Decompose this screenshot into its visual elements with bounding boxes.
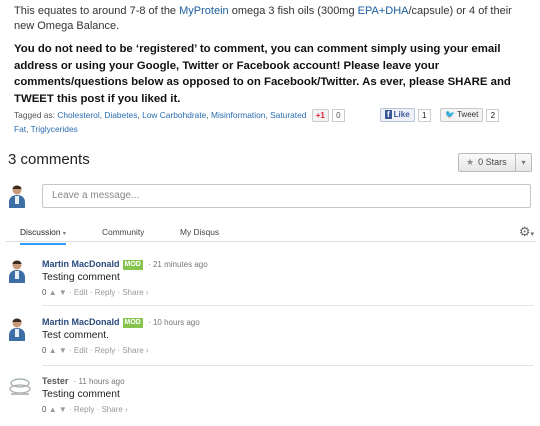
user-avatar-icon bbox=[8, 184, 26, 208]
stars-button[interactable]: ★ 0 Stars ▾ bbox=[458, 153, 532, 172]
vote-down-icon[interactable]: ▼ bbox=[59, 346, 67, 355]
tag-link[interactable]: Triglycerides bbox=[31, 124, 78, 134]
user-avatar-icon[interactable] bbox=[8, 259, 26, 283]
tag-link[interactable]: Misinformation bbox=[211, 110, 265, 120]
comment-author-line: Tester · 11 hours ago bbox=[42, 376, 125, 386]
comment-text: Testing comment bbox=[42, 389, 120, 400]
comment-item: Martin MacDonald MOD · 10 hours ago Test … bbox=[6, 317, 534, 357]
reply-link[interactable]: Reply bbox=[95, 288, 115, 297]
comment-author-line: Martin MacDonald MOD · 10 hours ago bbox=[42, 317, 200, 328]
comment-text: Test comment. bbox=[42, 330, 109, 341]
share-link[interactable]: Share › bbox=[122, 346, 148, 355]
vote-down-icon[interactable]: ▼ bbox=[59, 288, 67, 297]
mod-badge: MOD bbox=[122, 260, 143, 270]
facebook-like-button[interactable]: f Like bbox=[380, 108, 415, 122]
tab-my-disqus[interactable]: My Disqus bbox=[180, 227, 219, 237]
default-avatar-icon[interactable] bbox=[8, 376, 32, 398]
tab-discussion[interactable]: Discussion ▾ bbox=[20, 227, 66, 245]
comment-author-line: Martin MacDonald MOD · 21 minutes ago bbox=[42, 259, 208, 270]
chevron-down-icon[interactable]: ▾ bbox=[515, 154, 531, 171]
comment-divider bbox=[42, 365, 534, 366]
vote-count: 0 bbox=[42, 405, 47, 414]
comment-author[interactable]: Martin MacDonald bbox=[42, 259, 120, 269]
twitter-share: 🐦 Tweet 2 bbox=[440, 108, 500, 122]
vote-count: 0 bbox=[42, 288, 47, 297]
tab-community[interactable]: Community bbox=[102, 227, 144, 237]
comment-instructions: You do not need to be ‘registered’ to co… bbox=[14, 43, 511, 105]
google-plus-count: 0 bbox=[331, 109, 345, 123]
comment-divider bbox=[42, 305, 534, 306]
vote-up-icon[interactable]: ▲ bbox=[49, 405, 57, 414]
tweet-count: 2 bbox=[486, 108, 500, 122]
mod-badge: MOD bbox=[122, 318, 143, 328]
share-link[interactable]: Share › bbox=[122, 288, 148, 297]
comment-time[interactable]: 11 hours ago bbox=[78, 377, 124, 386]
tag-link[interactable]: Diabetes bbox=[104, 110, 137, 120]
article-body: This equates to around 7-8 of the MyProt… bbox=[14, 4, 526, 107]
reply-link[interactable]: Reply bbox=[95, 346, 115, 355]
reply-link[interactable]: Reply bbox=[74, 405, 94, 414]
comment-author[interactable]: Tester bbox=[42, 376, 68, 386]
google-plus-button[interactable]: +1 bbox=[311, 109, 329, 123]
comment-item: Martin MacDonald MOD · 21 minutes ago Tes… bbox=[6, 259, 534, 299]
myprotein-link[interactable]: MyProtein bbox=[179, 5, 229, 17]
comment-actions: 0 ▲ ▼ · Edit · Reply · Share › bbox=[42, 288, 149, 297]
comment-actions: 0 ▲ ▼ · Reply · Share › bbox=[42, 405, 128, 414]
epa-dha-link[interactable]: EPA+DHA bbox=[358, 5, 409, 17]
facebook-share: f Like 1 bbox=[380, 108, 431, 122]
disqus-tabs: Discussion ▾ Community My Disqus ⚙▾ bbox=[6, 220, 536, 245]
tag-link[interactable]: Fat bbox=[14, 124, 26, 134]
comment-item: Tester · 11 hours ago Testing comment 0 … bbox=[6, 376, 534, 416]
star-icon: ★ bbox=[466, 157, 475, 167]
facebook-like-count: 1 bbox=[417, 108, 431, 122]
comment-text: Testing comment bbox=[42, 272, 120, 283]
gear-icon[interactable]: ⚙▾ bbox=[519, 224, 534, 240]
user-avatar-icon[interactable] bbox=[8, 317, 26, 341]
comments-count: 3 comments bbox=[8, 151, 90, 168]
twitter-bird-icon: 🐦 bbox=[445, 110, 455, 119]
edit-link[interactable]: Edit bbox=[74, 346, 88, 355]
edit-link[interactable]: Edit bbox=[74, 288, 88, 297]
comment-time[interactable]: 21 minutes ago bbox=[153, 260, 208, 269]
comment-actions: 0 ▲ ▼ · Edit · Reply · Share › bbox=[42, 346, 149, 355]
vote-up-icon[interactable]: ▲ bbox=[49, 288, 57, 297]
facebook-icon: f bbox=[385, 110, 392, 119]
share-link[interactable]: Share › bbox=[101, 405, 127, 414]
message-input[interactable]: Leave a message... bbox=[42, 184, 531, 208]
vote-down-icon[interactable]: ▼ bbox=[59, 405, 67, 414]
tweet-button[interactable]: 🐦 Tweet bbox=[440, 108, 484, 122]
tag-link[interactable]: Low Carbohdrate bbox=[142, 110, 206, 120]
vote-count: 0 bbox=[42, 346, 47, 355]
article-paragraph: This equates to around 7-8 of the MyProt… bbox=[14, 5, 512, 32]
tag-link[interactable]: Saturated bbox=[270, 110, 306, 120]
tag-link[interactable]: Cholesterol bbox=[57, 110, 99, 120]
vote-up-icon[interactable]: ▲ bbox=[49, 346, 57, 355]
comment-time[interactable]: 10 hours ago bbox=[153, 318, 200, 327]
comment-author[interactable]: Martin MacDonald bbox=[42, 317, 120, 327]
